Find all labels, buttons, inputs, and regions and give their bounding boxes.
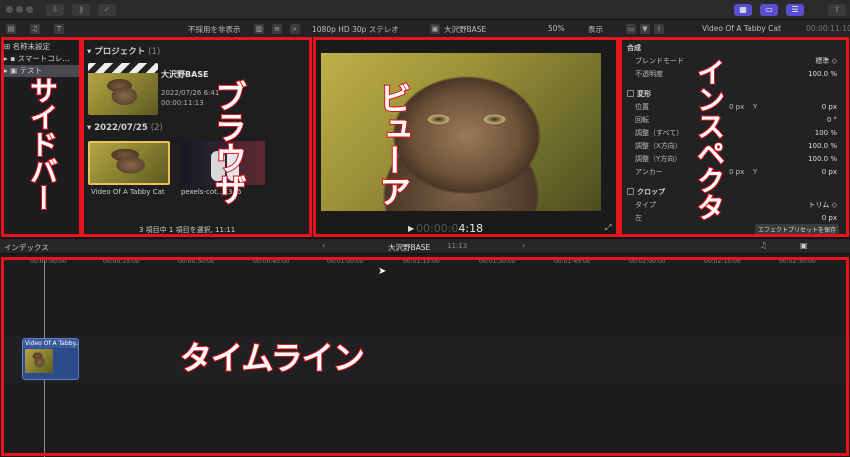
zoom-dot[interactable] [26,6,33,13]
timeline-highlight [1,257,849,456]
view-dropdown[interactable]: 表示 [588,24,603,35]
project-title: 大沢野BASE [444,25,487,34]
inspector-duration: 00:00:11:10 [806,24,850,33]
layout-browser-icon[interactable]: ▦ [734,4,752,16]
inspector-video-icon[interactable]: ▭ [626,24,636,34]
list-view-icon[interactable]: ≡ [272,24,282,34]
forward-icon[interactable]: › [522,241,525,250]
minimize-dot[interactable] [16,6,23,13]
timeline-project-name[interactable]: 大沢野BASE [388,242,430,253]
close-dot[interactable] [6,6,13,13]
layout-inspector-icon[interactable]: ☰ [786,4,804,16]
hide-rejected-dropdown[interactable]: 不採用を非表示 [188,24,241,35]
zoom-dropdown[interactable]: 50% [548,24,565,33]
project-icon: ▣ [430,24,440,34]
timeline-overlay-label: タイムライン [179,339,366,377]
inspector-clip-name: Video Of A Tabby Cat [702,24,781,33]
format-label: 1080p HD 30p ステレオ [312,25,399,34]
timeline-bar: インデックス ‹ 大沢野BASE 11:13 › ♫ ▣ [0,238,850,254]
check-icon[interactable]: ✓ [98,4,116,16]
import-icon[interactable]: ⇩ [46,4,64,16]
viewer-overlay-label: ビューア [373,81,413,207]
sidebar-overlay-label: サイドバー [25,75,60,212]
info-icon[interactable]: i [654,24,664,34]
toolbar: ▤ ♫ T 不採用を非表示 ▥ ≡ ⌕ 1080p HD 30p ステレオ ▣ … [0,20,850,38]
inspector-color-icon[interactable]: ▼ [640,24,650,34]
timeline-duration: 11:13 [447,242,468,250]
share-icon[interactable]: ⇪ [828,4,846,16]
browser-highlight [81,37,312,237]
index-button[interactable]: インデックス [4,242,49,253]
viewer-highlight [313,37,619,237]
media-icon[interactable]: ♫ [30,24,40,34]
search-icon[interactable]: ⌕ [290,24,300,34]
inspector-highlight [619,37,849,237]
browser-overlay-label: ブラウザ [209,79,249,205]
library-icon[interactable]: ▤ [6,24,16,34]
filmstrip-icon[interactable]: ▥ [254,24,264,34]
key-icon[interactable]: ⚷ [72,4,90,16]
snapping-icon[interactable]: ▣ [800,241,808,250]
layout-timeline-icon[interactable]: ▭ [760,4,778,16]
inspector-overlay-label: インスペクタ [692,57,727,221]
title-bar: ⇩ ⚷ ✓ ▦ ▭ ☰ ⇪ [0,0,850,20]
audio-icon[interactable]: ♫ [760,241,767,250]
titles-icon[interactable]: T [54,24,64,34]
back-icon[interactable]: ‹ [322,241,325,250]
